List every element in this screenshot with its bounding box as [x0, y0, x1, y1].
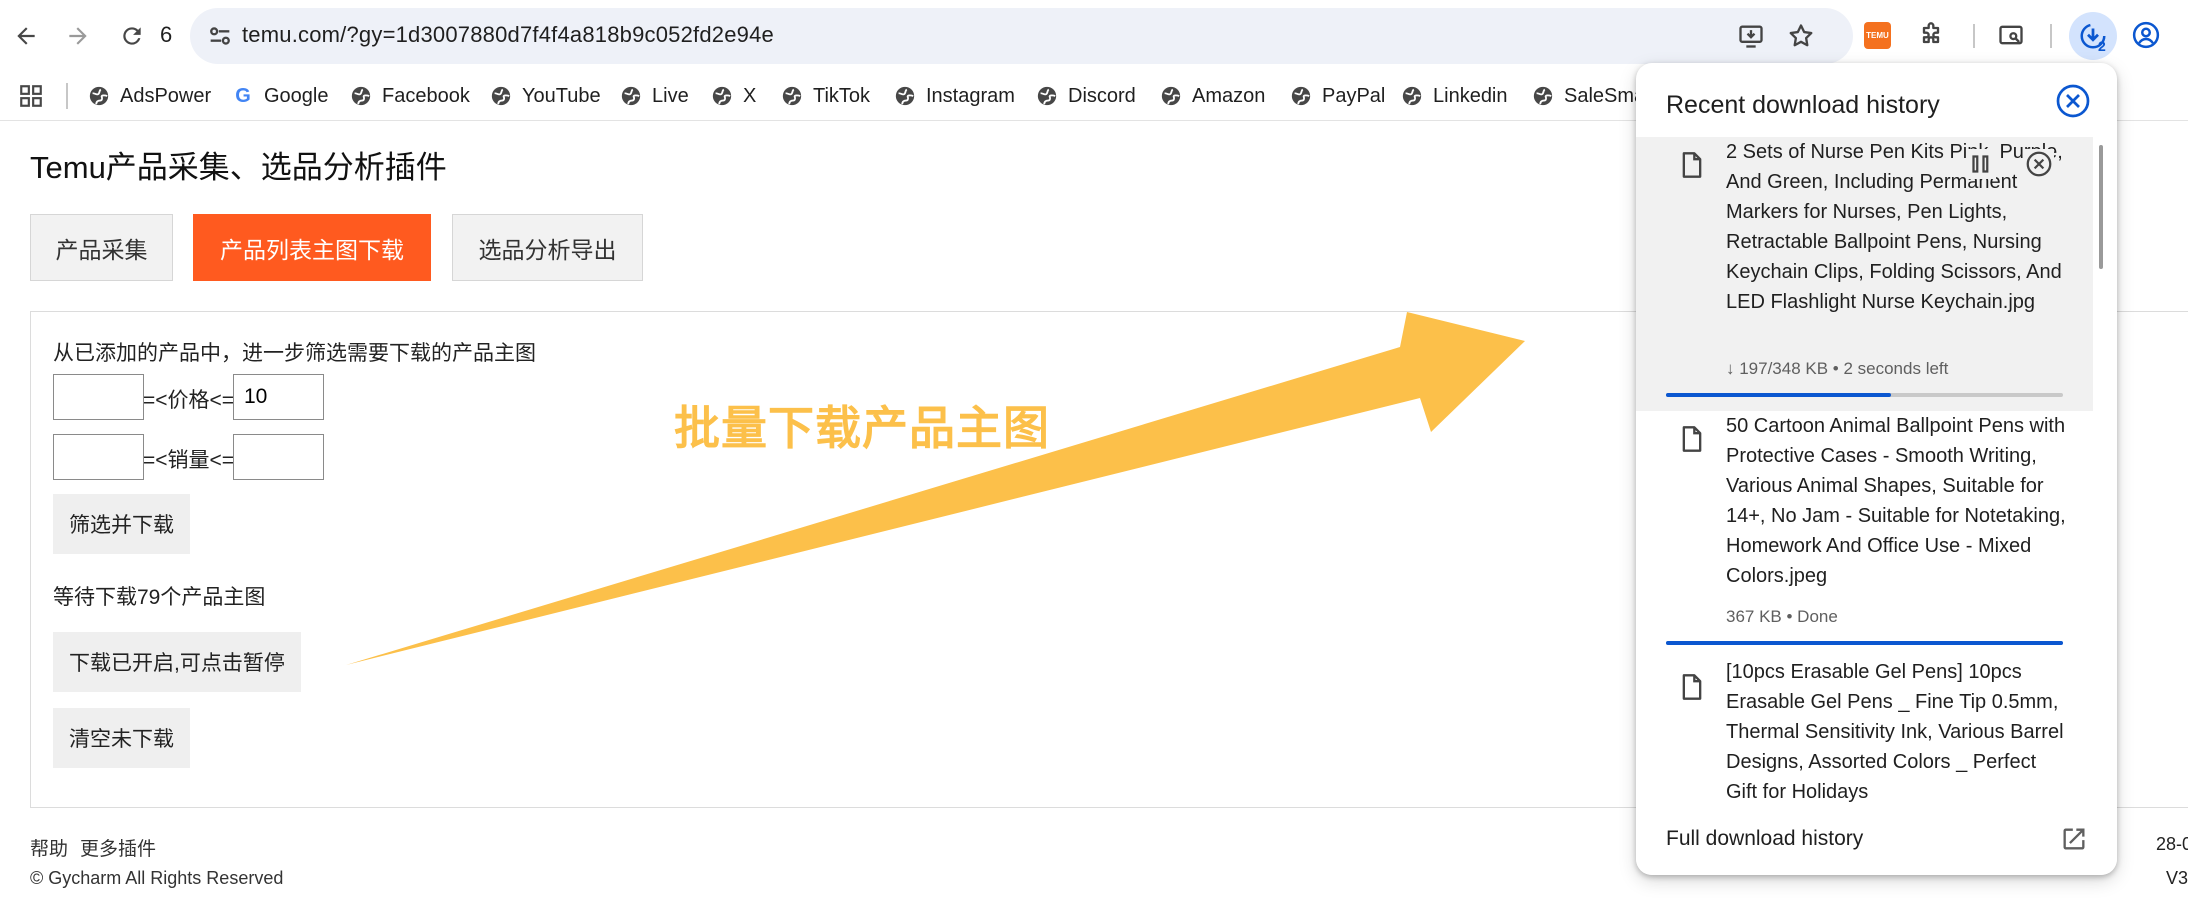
download-file-name: 2 Sets of Nurse Pen Kits Pink, Purple, A… [1726, 141, 2063, 313]
annotation-caption: 批量下载产品主图 [674, 402, 1050, 454]
downloads-list: 2 Sets of Nurse Pen Kits Pink, Purple, A… [1636, 137, 2117, 805]
downloads-footer[interactable]: Full download history [1636, 805, 2117, 875]
footer-date: 28-08-24 [2155, 834, 2188, 854]
file-icon [1682, 152, 1702, 178]
download-status: ↓ 197/348 KB • 2 seconds left [1726, 359, 1949, 378]
downloads-bubble: Recent download history 2 Sets of Nurse … [1636, 63, 2117, 875]
download-item[interactable]: 50 Cartoon Animal Ballpoint Pens with Pr… [1636, 411, 2093, 655]
full-download-history-link[interactable]: Full download history [1666, 827, 1863, 851]
copyright-text: © Gycharm All Rights Reserved [30, 868, 284, 888]
download-file-name: 50 Cartoon Animal Ballpoint Pens with Pr… [1726, 415, 2066, 587]
help-link[interactable]: 帮助 [30, 834, 68, 861]
download-status: 367 KB • Done [1726, 607, 1838, 626]
open-external-icon[interactable] [2060, 825, 2088, 853]
download-item[interactable]: [10pcs Erasable Gel Pens] 10pcs Erasable… [1636, 655, 2093, 805]
download-file-name: [10pcs Erasable Gel Pens] 10pcs Erasable… [1726, 661, 2064, 803]
download-item[interactable]: 2 Sets of Nurse Pen Kits Pink, Purple, A… [1636, 137, 2093, 411]
download-progress-bar [1666, 393, 2063, 397]
downloads-title: Recent download history [1666, 91, 1940, 119]
footer-version: V3.0.0 [2165, 868, 2188, 888]
pause-icon[interactable] [1966, 149, 1996, 179]
download-progress-fill [1666, 393, 1891, 397]
close-icon[interactable] [2055, 83, 2091, 119]
download-progress-bar [1666, 641, 2063, 645]
cancel-download-icon[interactable] [2024, 149, 2054, 179]
download-progress-fill [1666, 641, 2063, 645]
more-plugins-link[interactable]: 更多插件 [80, 834, 156, 861]
file-icon [1682, 426, 1702, 452]
file-icon [1682, 674, 1702, 700]
downloads-scrollbar[interactable] [2099, 145, 2103, 269]
